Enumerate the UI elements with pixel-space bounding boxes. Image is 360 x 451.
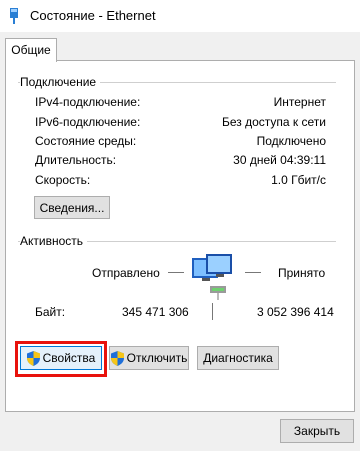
ipv6-value: Без доступа к сети (222, 115, 326, 129)
sent-label: Отправлено (92, 266, 160, 280)
connection-group-label: Подключение (20, 75, 101, 89)
title-bar[interactable]: Состояние - Ethernet (0, 0, 360, 32)
network-computers-icon (192, 254, 232, 300)
bytes-sent-value: 345 471 306 (122, 305, 189, 319)
details-button[interactable]: Сведения... (34, 196, 110, 219)
ipv6-label: IPv6-подключение: (35, 115, 141, 129)
ipv4-label: IPv4-подключение: (35, 95, 141, 109)
properties-button[interactable]: Свойства (20, 346, 102, 370)
received-dash (245, 272, 261, 273)
speed-label: Скорость: (35, 173, 91, 187)
disable-button-label: Отключить (126, 351, 188, 365)
speed-value: 1.0 Гбит/с (271, 173, 326, 187)
diagnose-button[interactable]: Диагностика (197, 346, 279, 370)
activity-group-label: Активность (20, 234, 88, 248)
activity-divider (212, 303, 213, 320)
properties-button-label: Свойства (42, 351, 96, 365)
media-state-value: Подключено (256, 134, 326, 148)
window-title: Состояние - Ethernet (30, 8, 156, 23)
duration-label: Длительность: (35, 153, 117, 167)
bytes-received-value: 3 052 396 414 (257, 305, 334, 319)
disable-button[interactable]: Отключить (109, 346, 189, 370)
uac-shield-icon (26, 350, 40, 366)
duration-value: 30 дней 04:39:11 (233, 153, 326, 167)
uac-shield-icon (110, 350, 124, 366)
ethernet-adapter-icon (10, 8, 18, 24)
bytes-label: Байт: (35, 305, 66, 319)
close-button[interactable]: Закрыть (280, 419, 354, 443)
sent-dash (168, 272, 184, 273)
received-label: Принято (278, 266, 326, 280)
ipv4-value: Интернет (273, 95, 326, 109)
tab-general[interactable]: Общие (5, 38, 57, 62)
media-state-label: Состояние среды: (35, 134, 137, 148)
